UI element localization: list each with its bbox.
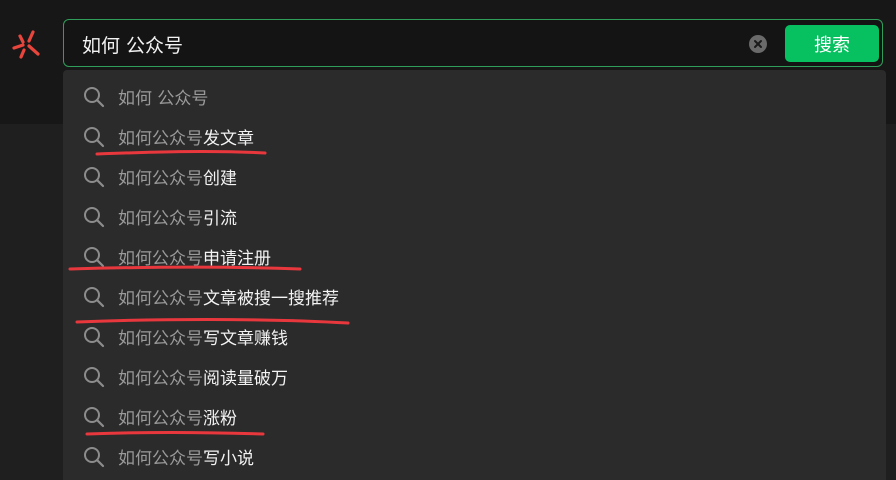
suggestion-prefix: 如何公众号 <box>118 249 203 269</box>
search-input[interactable] <box>82 30 722 58</box>
suggestion-text: 如何公众号文章被搜一搜推荐 <box>118 284 339 309</box>
suggestion-suffix: 创建 <box>203 169 237 189</box>
suggestion-prefix: 如何公众号 <box>118 289 203 309</box>
suggestion-prefix: 如何公众号 <box>118 169 203 189</box>
suggestion-item[interactable]: 如何公众号文章被搜一搜推荐 <box>63 276 886 316</box>
suggestion-suffix: 申请注册 <box>203 249 271 269</box>
suggestion-prefix: 如何公众号 <box>118 329 203 349</box>
search-icon <box>84 287 105 308</box>
suggestion-item[interactable]: 如何公众号创建 <box>63 156 886 196</box>
suggestion-prefix: 如何公众号 <box>118 209 203 229</box>
suggestion-suffix: 引流 <box>203 209 237 229</box>
suggestion-suffix: 阅读量破万 <box>203 369 288 389</box>
suggestion-item[interactable]: 如何 公众号 <box>63 76 886 116</box>
suggestion-suffix: 发文章 <box>203 129 254 149</box>
search-icon <box>84 247 105 268</box>
suggestion-text: 如何公众号创建 <box>118 164 237 189</box>
suggestion-suffix: 涨粉 <box>203 409 237 429</box>
sogou-logo-icon <box>12 30 40 59</box>
suggestion-item[interactable]: 如何公众号写文章赚钱 <box>63 316 886 356</box>
search-icon <box>84 87 105 108</box>
suggestion-item[interactable]: 如何公众号阅读量破万 <box>63 356 886 396</box>
suggestion-item[interactable]: 如何公众号引流 <box>63 196 886 236</box>
suggestion-item[interactable]: 如何公众号涨粉 <box>63 396 886 436</box>
suggestion-text: 如何公众号写文章赚钱 <box>118 324 288 349</box>
clear-button[interactable] <box>749 35 767 53</box>
search-icon <box>84 127 105 148</box>
suggestion-text: 如何公众号涨粉 <box>118 404 237 429</box>
suggestion-prefix: 如何 公众号 <box>118 89 209 109</box>
suggestion-dropdown: 如何 公众号 如何公众号发文章 如何公众号创建 如何公众号引流 如何公众号申请注… <box>63 70 886 480</box>
suggestion-text: 如何公众号发文章 <box>118 124 254 149</box>
suggestion-prefix: 如何公众号 <box>118 129 203 149</box>
suggestion-text: 如何 公众号 <box>118 84 208 109</box>
search-box: 搜索 <box>63 19 883 67</box>
suggestion-prefix: 如何公众号 <box>118 409 203 429</box>
search-icon <box>84 407 105 428</box>
suggestion-item[interactable]: 如何公众号写小说 <box>63 436 886 476</box>
suggestion-text: 如何公众号引流 <box>118 204 237 229</box>
search-icon <box>84 447 105 468</box>
search-page: 搜索 如何 公众号 如何公众号发文章 如何公众号创建 如何公众号引流 如何公众号… <box>0 0 896 480</box>
search-icon <box>84 367 105 388</box>
suggestion-suffix: 文章被搜一搜推荐 <box>203 289 339 309</box>
suggestion-item[interactable]: 如何公众号申请注册 <box>63 236 886 276</box>
search-icon <box>84 207 105 228</box>
suggestion-text: 如何公众号申请注册 <box>118 244 271 269</box>
suggestion-suffix: 写小说 <box>203 449 254 469</box>
suggestion-item[interactable]: 如何公众号发文章 <box>63 116 886 156</box>
suggestion-text: 如何公众号写小说 <box>118 444 254 469</box>
suggestion-prefix: 如何公众号 <box>118 369 203 389</box>
search-icon <box>84 327 105 348</box>
suggestion-text: 如何公众号阅读量破万 <box>118 364 288 389</box>
search-button[interactable]: 搜索 <box>785 25 879 62</box>
search-icon <box>84 167 105 188</box>
close-icon <box>754 40 762 48</box>
suggestion-prefix: 如何公众号 <box>118 449 203 469</box>
suggestion-suffix: 写文章赚钱 <box>203 329 288 349</box>
